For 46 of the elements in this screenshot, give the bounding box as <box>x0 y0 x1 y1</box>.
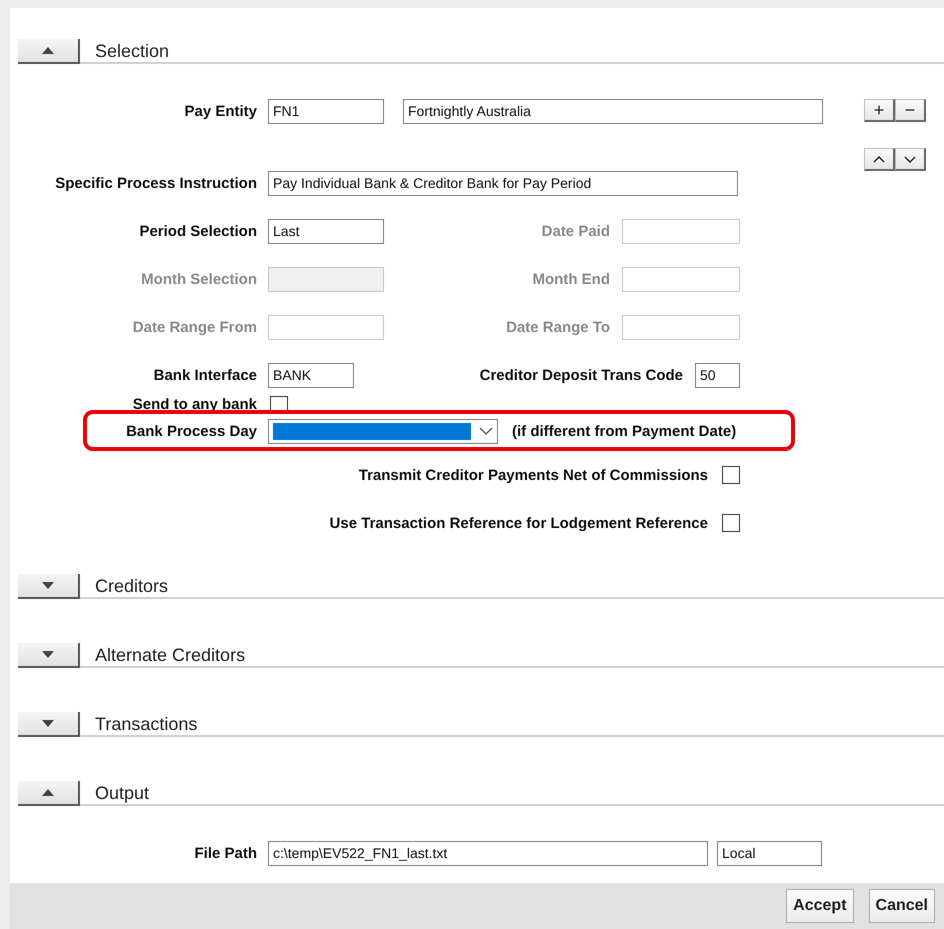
checkbox-label: Transmit Creditor Payments Net of Commissions <box>358 466 708 484</box>
dialog-button[interactable]: Accept <box>786 889 854 923</box>
field-label: Period Selection <box>138 222 257 240</box>
field-label: Month End <box>532 270 610 288</box>
section-toggle[interactable] <box>18 39 80 64</box>
text-field[interactable]: BANK <box>268 362 354 388</box>
field-label: Date Range From <box>132 318 257 336</box>
field-label: Bank Interface <box>152 366 257 384</box>
location-field[interactable]: Local <box>717 840 822 866</box>
checkbox-label: Send to any bank <box>132 399 257 411</box>
section-toggle[interactable] <box>18 712 80 737</box>
chevron-down-icon <box>479 427 493 435</box>
field-label: Pay Entity <box>183 102 257 120</box>
name-field[interactable]: Fortnightly Australia <box>403 98 823 124</box>
chevron-down-icon <box>904 156 916 162</box>
dropdown-field[interactable] <box>268 418 498 444</box>
section-toggle[interactable] <box>18 781 80 806</box>
hint-text: (if different from Payment Date) <box>512 422 736 440</box>
move-down-button[interactable] <box>895 148 926 171</box>
text-field[interactable]: Pay Individual Bank & Creditor Bank for Pay Period <box>268 170 738 196</box>
path-field[interactable]: c:\temp\EV522_FN1_last.txt <box>268 840 708 866</box>
move-up-button[interactable] <box>864 148 895 171</box>
text-field[interactable]: 50 <box>695 362 740 388</box>
text-field[interactable]: Last <box>268 218 384 244</box>
section-title: Transactions <box>95 713 198 735</box>
section-title: Creditors <box>95 575 168 597</box>
section-title: Alternate Creditors <box>95 644 246 666</box>
field-label: Creditor Deposit Trans Code <box>480 366 683 384</box>
field-label: Date Range To <box>506 318 610 336</box>
checkbox[interactable] <box>722 466 740 484</box>
field-label: Bank Process Day <box>125 422 257 440</box>
toolbar-button[interactable]: + <box>864 99 895 122</box>
code-field[interactable]: FN1 <box>268 98 384 124</box>
field-label: Date Paid <box>542 222 610 240</box>
checkbox-label: Use Transaction Reference for Lodgement Reference <box>330 514 708 532</box>
section-title: Selection <box>95 40 170 62</box>
field-label: Specific Process Instruction <box>54 174 257 192</box>
checkbox[interactable] <box>722 514 740 532</box>
section-toggle[interactable] <box>18 574 80 599</box>
section-title: Output <box>95 782 150 804</box>
chevron-up-icon <box>873 156 885 162</box>
field-label: File Path <box>193 844 257 862</box>
toolbar-button[interactable]: − <box>895 99 926 122</box>
field-label: Month Selection <box>140 270 257 288</box>
section-toggle[interactable] <box>18 643 80 668</box>
dialog-button[interactable]: Cancel <box>868 889 935 923</box>
